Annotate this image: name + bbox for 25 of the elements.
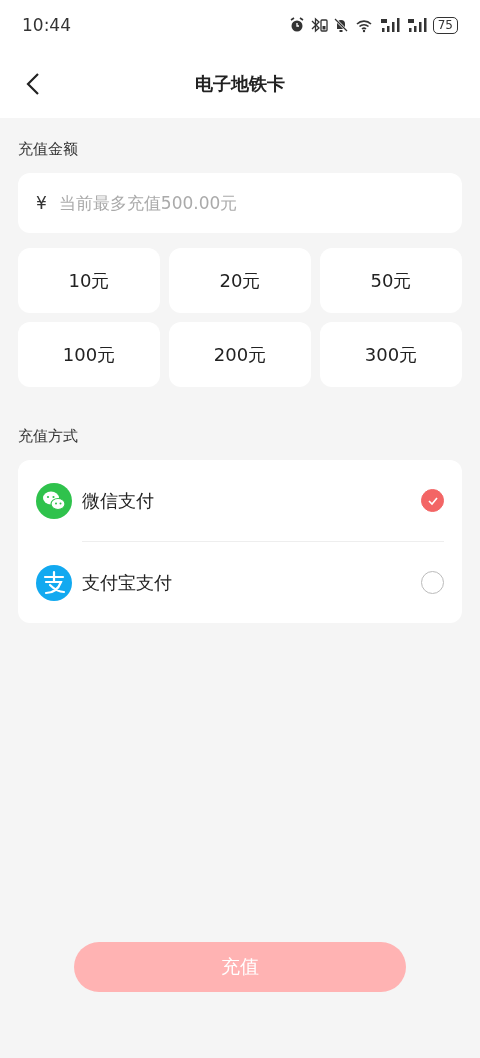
signal-icon (405, 17, 428, 33)
amount-option[interactable]: 10元 (18, 248, 160, 313)
payment-logo-icon (36, 564, 72, 601)
section-label: 充值方式 (18, 427, 78, 446)
amount-option[interactable]: 200元 (169, 322, 311, 387)
amount-option[interactable]: 50元 (320, 248, 462, 313)
payment-radio[interactable] (421, 489, 444, 512)
payment-method-label: 微信支付 (82, 488, 155, 513)
alarm-icon (288, 17, 305, 33)
payment-method-label: 支付宝支付 (82, 570, 173, 595)
bluetooth-icon (309, 17, 328, 33)
amount-option[interactable]: 300元 (320, 322, 462, 387)
currency-symbol: ¥ (36, 193, 47, 213)
signal-icon (378, 17, 401, 33)
amount-input[interactable]: 当前最多充值500.00元 (56, 192, 444, 214)
battery-level: 75 (432, 16, 458, 34)
payment-radio[interactable] (421, 571, 444, 594)
amount-field[interactable]: ¥ 当前最多充值500.00元 (18, 173, 462, 233)
page-title: 电子地铁卡 (195, 72, 285, 96)
amount-option[interactable]: 20元 (169, 248, 311, 313)
amount-option[interactable]: 100元 (18, 322, 160, 387)
section-label: 充值金额 (18, 140, 78, 159)
chat-bubbles-icon (36, 482, 72, 519)
muted-bell-icon (332, 17, 349, 33)
status-time: 10:44 (22, 15, 71, 35)
